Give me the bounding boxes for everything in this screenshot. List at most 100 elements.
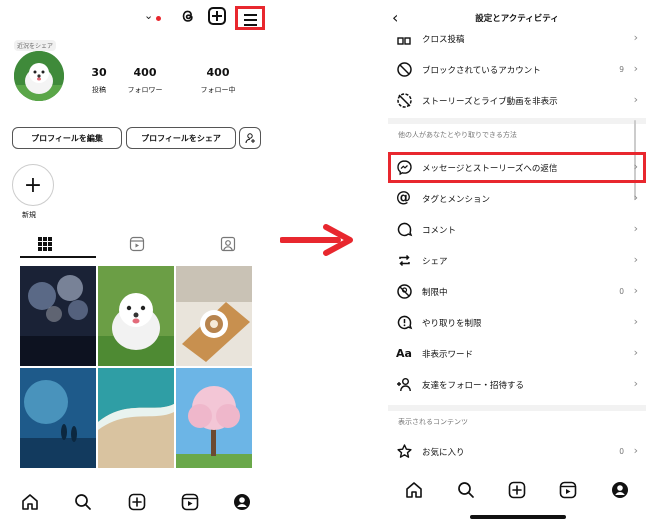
settings-item-comments[interactable]: コメント ›: [388, 215, 646, 245]
active-tab-underline: [20, 256, 96, 258]
settings-item-label: お気に入り: [422, 448, 465, 458]
settings-item-crosspost[interactable]: クロス投稿 ›: [388, 24, 646, 54]
profile-icon[interactable]: [232, 492, 252, 512]
repost-icon: [399, 254, 410, 267]
profile-screen: ⌄ 近況をシェア 30 投稿 400 フォロワー 400 フォロー中 プロフィー…: [8, 0, 266, 531]
chevron-right-icon: ›: [633, 377, 638, 390]
settings-item-count: 0: [619, 287, 624, 296]
crosspost-icon: [397, 37, 411, 45]
following-stat[interactable]: 400 フォロー中: [192, 66, 244, 95]
create-post-icon[interactable]: [507, 480, 527, 500]
create-plus-icon[interactable]: [208, 7, 226, 25]
tagged-tab-icon[interactable]: [220, 236, 236, 252]
chevron-right-icon: ›: [633, 284, 638, 297]
post-thumbnail[interactable]: [20, 368, 96, 468]
post-thumbnail[interactable]: [98, 266, 174, 366]
post-thumbnail[interactable]: [176, 368, 252, 468]
share-profile-button[interactable]: プロフィールをシェア: [126, 127, 236, 149]
hamburger-menu-icon[interactable]: [235, 6, 265, 30]
settings-item-label: タグとメンション: [422, 195, 491, 205]
section-divider: [388, 405, 646, 411]
avatar[interactable]: [14, 51, 64, 101]
account-switch-chevron-icon[interactable]: ⌄: [144, 9, 153, 22]
chevron-right-icon: ›: [633, 222, 638, 235]
new-highlight-button[interactable]: +: [12, 164, 54, 206]
settings-item-label: やり取りを制限: [422, 319, 482, 329]
reels-tab-icon[interactable]: [129, 236, 145, 252]
settings-item-count: 0: [619, 447, 624, 456]
followers-stat[interactable]: 400 フォロワー: [120, 66, 170, 95]
notification-dot: [156, 16, 161, 21]
post-thumbnail[interactable]: [20, 266, 96, 366]
bottom-nav: [388, 474, 646, 504]
note-bubble[interactable]: 近況をシェア: [14, 40, 57, 51]
settings-item-label: 非表示ワード: [422, 350, 474, 360]
posts-label: 投稿: [92, 86, 106, 94]
following-label: フォロー中: [200, 86, 236, 94]
post-thumbnail[interactable]: [176, 266, 252, 366]
settings-item-blocked[interactable]: ブロックされているアカウント 9 ›: [388, 55, 646, 85]
star-icon: [397, 444, 412, 458]
settings-item-label: ストーリーズとライブ動画を非表示: [422, 97, 558, 107]
search-icon[interactable]: [73, 492, 93, 512]
section-header: 表示されるコンテンツ: [398, 418, 468, 426]
add-person-icon: [397, 378, 411, 392]
hide-story-icon: [397, 93, 412, 108]
settings-item-label: ブロックされているアカウント: [422, 66, 541, 76]
chevron-right-icon: ›: [633, 93, 638, 106]
chevron-right-icon: ›: [633, 315, 638, 328]
post-thumbnail[interactable]: [98, 368, 174, 468]
bottom-nav: [8, 492, 266, 516]
home-icon[interactable]: [20, 492, 40, 512]
home-icon[interactable]: [404, 480, 424, 500]
followers-count: 400: [133, 66, 157, 79]
alert-icon: [397, 315, 413, 330]
section-divider: [388, 118, 646, 124]
add-person-icon: [245, 133, 255, 144]
block-icon: [397, 62, 412, 77]
restricted-icon: [397, 284, 412, 299]
settings-screen: ‹ 設定とアクティビティ クロス投稿 › ブロックされているアカウント 9 › …: [388, 0, 646, 531]
home-indicator: [470, 515, 566, 519]
text-aa-icon: Aa: [396, 347, 412, 360]
settings-item-label: 制限中: [422, 288, 448, 298]
profile-top-bar: ⌄: [8, 6, 266, 30]
settings-item-label: クロス投稿: [422, 35, 465, 45]
comment-icon: [397, 222, 413, 237]
create-post-icon[interactable]: [127, 492, 147, 512]
profile-icon[interactable]: [610, 480, 630, 500]
search-icon[interactable]: [456, 480, 476, 500]
grid-tab-icon[interactable]: [37, 236, 53, 252]
settings-item-share[interactable]: シェア ›: [388, 246, 646, 276]
chevron-right-icon: ›: [633, 253, 638, 266]
threads-icon[interactable]: [179, 7, 197, 25]
settings-item-label: 友達をフォロー・招待する: [422, 381, 525, 391]
settings-item-limit-interactions[interactable]: やり取りを制限 ›: [388, 308, 646, 338]
settings-item-favorites[interactable]: お気に入り 0 ›: [388, 437, 646, 467]
settings-item-count: 9: [619, 65, 624, 74]
settings-item-label: コメント: [422, 226, 457, 236]
posts-count: 30: [91, 66, 107, 79]
highlight-box: [388, 152, 646, 183]
at-sign-icon: @: [396, 188, 411, 206]
following-count: 400: [206, 66, 230, 79]
followers-label: フォロワー: [127, 86, 163, 94]
edit-profile-button[interactable]: プロフィールを編集: [12, 127, 122, 149]
posts-stat[interactable]: 30 投稿: [84, 66, 114, 95]
settings-item-tags[interactable]: @ タグとメンション ›: [388, 184, 646, 214]
reels-icon[interactable]: [558, 480, 578, 500]
reels-icon[interactable]: [180, 492, 200, 512]
settings-item-hide-story[interactable]: ストーリーズとライブ動画を非表示 ›: [388, 86, 646, 116]
chevron-right-icon: ›: [633, 444, 638, 457]
profile-tabs: [8, 236, 266, 254]
chevron-right-icon: ›: [633, 191, 638, 204]
settings-item-follow-invite[interactable]: 友達をフォロー・招待する ›: [388, 370, 646, 400]
new-highlight-label: 新規: [22, 211, 36, 219]
chevron-right-icon: ›: [633, 346, 638, 359]
settings-item-hidden-words[interactable]: Aa 非表示ワード ›: [388, 339, 646, 369]
settings-item-restricted[interactable]: 制限中 0 ›: [388, 277, 646, 307]
discover-people-button[interactable]: [239, 127, 261, 149]
page-title: 設定とアクティビティ: [475, 14, 559, 24]
chevron-right-icon: ›: [633, 31, 638, 44]
settings-item-label: シェア: [422, 257, 448, 267]
